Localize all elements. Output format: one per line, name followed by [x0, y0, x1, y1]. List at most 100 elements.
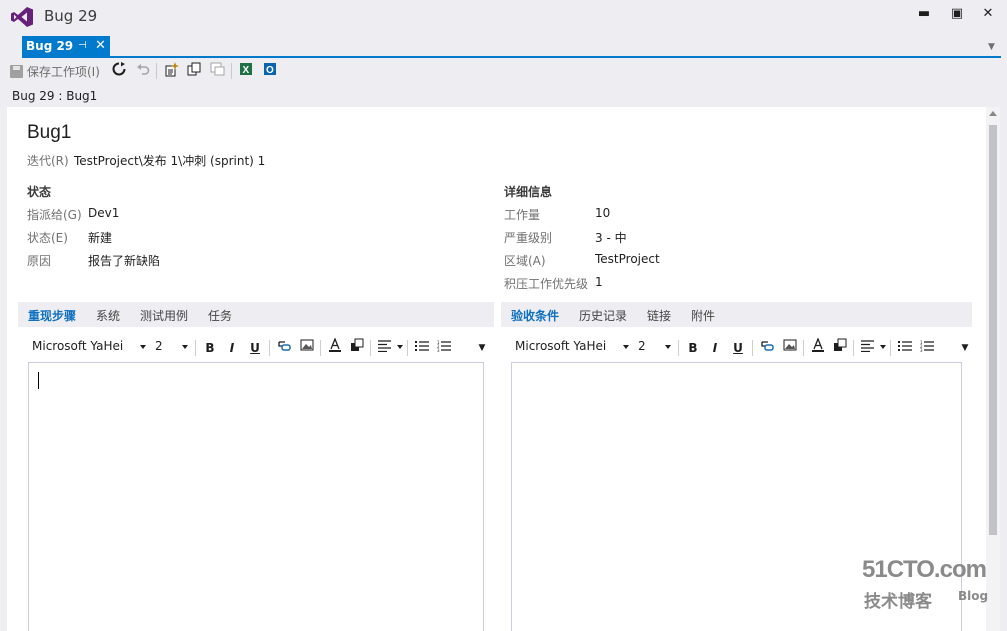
tab-links[interactable]: 链接 [647, 307, 671, 324]
svg-text:3: 3 [437, 348, 440, 352]
maximize-button[interactable]: ▣ [944, 4, 970, 24]
chevron-down-icon[interactable] [623, 345, 629, 349]
bullet-list-icon[interactable] [413, 338, 431, 358]
font-size-select[interactable]: 2 [638, 339, 646, 353]
svg-text:3: 3 [920, 348, 923, 352]
toolbar-separator [853, 340, 854, 356]
bold-button[interactable]: B [201, 338, 219, 358]
area-field[interactable]: TestProject [595, 252, 660, 266]
copy-icon[interactable] [185, 62, 203, 80]
tab-label: Bug 29 [26, 39, 74, 53]
save-work-item-button[interactable]: 保存工作项(I) [10, 62, 100, 80]
work-item-title[interactable]: Bug1 [27, 122, 71, 144]
state-label: 状态(E) [27, 231, 68, 245]
minimize-button[interactable]: ▬ [911, 4, 937, 24]
severity-label: 严重级别 [504, 231, 553, 245]
state-field[interactable]: 新建 [88, 229, 112, 246]
numbered-list-icon[interactable]: 123 [918, 338, 936, 358]
highlight-icon[interactable] [831, 338, 849, 358]
toolbar-separator [320, 340, 321, 356]
toolbar-separator [195, 340, 196, 356]
toolbar-separator [231, 63, 232, 79]
font-color-icon[interactable] [326, 337, 344, 358]
align-left-icon[interactable] [859, 338, 877, 358]
chevron-down-icon[interactable] [182, 345, 188, 349]
text-caret [38, 372, 39, 389]
left-rich-text-toolbar: Microsoft YaHei 2 B I U 123 ▼ [32, 336, 492, 360]
italic-button[interactable]: I [706, 338, 724, 358]
iteration-field[interactable]: TestProject\发布 1\冲刺 (sprint) 1 [74, 152, 265, 169]
tab-attachments[interactable]: 附件 [691, 307, 715, 324]
area-label: 区域(A) [504, 254, 546, 268]
chevron-down-icon[interactable] [880, 345, 886, 349]
tab-overflow-icon[interactable]: ▼ [988, 42, 995, 52]
insert-image-icon[interactable] [298, 338, 316, 358]
toolbar-separator [890, 340, 891, 356]
toolbar-separator [370, 340, 371, 356]
excel-icon[interactable]: X [237, 62, 255, 80]
right-rich-text-toolbar: Microsoft YaHei 2 B I U 123 ▼ [515, 336, 975, 360]
close-window-button[interactable]: ✕ [975, 4, 1001, 24]
font-family-select[interactable]: Microsoft YaHei [515, 339, 606, 353]
assigned-to-field[interactable]: Dev1 [88, 206, 119, 220]
tab-acceptance-criteria[interactable]: 验收条件 [511, 307, 559, 324]
details-section-title: 详细信息 [504, 185, 553, 199]
bullet-list-icon[interactable] [896, 338, 914, 358]
backlog-priority-label: 积压工作优先级 [504, 277, 589, 291]
chevron-down-icon[interactable] [140, 345, 146, 349]
chevron-down-icon[interactable] [665, 345, 671, 349]
highlight-icon[interactable] [348, 338, 366, 358]
assigned-to-label: 指派给(G) [27, 208, 82, 222]
underline-button[interactable]: U [246, 338, 264, 358]
font-family-select[interactable]: Microsoft YaHei [32, 339, 123, 353]
vertical-scrollbar[interactable] [986, 107, 1000, 631]
watermark: 51CTO.com 技术博客 Blog [862, 556, 988, 612]
visual-studio-logo-icon [11, 7, 33, 27]
close-tab-icon[interactable]: ✕ [95, 36, 106, 56]
align-left-icon[interactable] [376, 338, 394, 358]
tab-history[interactable]: 历史记录 [579, 307, 627, 324]
insert-image-icon[interactable] [781, 338, 799, 358]
backlog-priority-field[interactable]: 1 [595, 275, 603, 289]
italic-button[interactable]: I [223, 338, 241, 358]
title-bar: Bug 29 ▬ ▣ ✕ [0, 0, 1007, 34]
email-icon[interactable] [208, 62, 226, 80]
numbered-list-icon[interactable]: 123 [435, 338, 453, 358]
font-size-select[interactable]: 2 [155, 339, 163, 353]
repro-steps-editor[interactable] [28, 362, 484, 631]
undo-icon[interactable] [134, 62, 152, 80]
tab-underline [22, 56, 1001, 58]
tab-repro-steps[interactable]: 重现步骤 [28, 307, 76, 324]
reason-label: 原因 [27, 254, 52, 268]
tab-bug-29[interactable]: Bug 29 ⊣ ✕ [22, 36, 110, 56]
severity-field[interactable]: 3 - 中 [595, 229, 627, 246]
tab-tasks[interactable]: 任务 [208, 307, 232, 324]
chevron-down-icon[interactable] [397, 345, 403, 349]
refresh-icon[interactable] [110, 62, 128, 80]
effort-label: 工作量 [504, 208, 541, 222]
iteration-label: 迭代(R) [27, 154, 69, 168]
save-label: 保存工作项(I) [27, 64, 100, 79]
hyperlink-icon[interactable] [758, 338, 776, 358]
hyperlink-icon[interactable] [275, 338, 293, 358]
toolbar-separator [803, 340, 804, 356]
toolbar-overflow-icon[interactable]: ▼ [473, 338, 491, 358]
effort-field[interactable]: 10 [595, 206, 610, 220]
tab-system[interactable]: 系统 [96, 307, 120, 324]
document-tab-strip: Bug 29 ⊣ ✕ ▼ [0, 34, 1007, 58]
toolbar-overflow-icon[interactable]: ▼ [956, 338, 974, 358]
work-item-form: Bug1 迭代(R) TestProject\发布 1\冲刺 (sprint) … [7, 107, 986, 631]
reason-field[interactable]: 报告了新缺陷 [88, 252, 160, 269]
underline-button[interactable]: U [729, 338, 747, 358]
tab-test-cases[interactable]: 测试用例 [140, 307, 188, 324]
toolbar-separator [269, 340, 270, 356]
bold-button[interactable]: B [684, 338, 702, 358]
scrollbar-thumb[interactable] [989, 125, 997, 535]
scroll-up-icon[interactable] [989, 111, 997, 116]
outlook-icon[interactable]: O [261, 62, 279, 80]
save-icon [10, 64, 23, 78]
toolbar-separator [407, 340, 408, 356]
font-color-icon[interactable] [809, 337, 827, 358]
new-linked-work-item-icon[interactable] [162, 62, 180, 80]
pin-icon[interactable]: ⊣ [78, 36, 87, 56]
